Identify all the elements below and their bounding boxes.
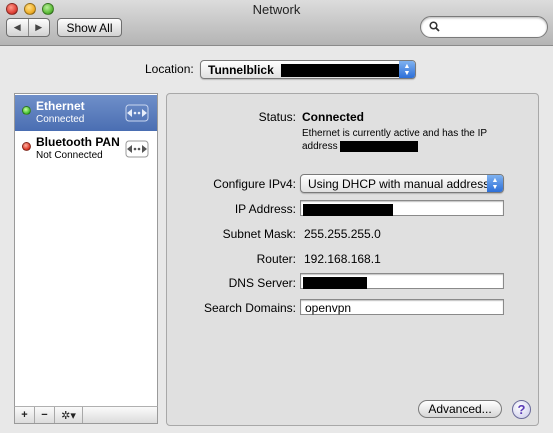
- router-value: 192.168.168.1: [304, 252, 381, 266]
- redacted-block: [303, 276, 367, 289]
- service-item-ethernet[interactable]: Ethernet Connected: [15, 95, 157, 131]
- dns-server-field[interactable]: [300, 273, 504, 289]
- status-label: Status:: [258, 110, 296, 124]
- status-dot-connected: [22, 106, 31, 115]
- ethernet-icon: [125, 104, 149, 122]
- redacted-block: [281, 64, 412, 78]
- subnet-mask-label: Subnet Mask:: [222, 227, 296, 241]
- subnet-mask-value: 255.255.255.0: [304, 227, 381, 241]
- configure-ipv4-value: Using DHCP with manual address: [308, 177, 490, 191]
- location-value: Tunnelblick: [208, 63, 274, 77]
- redacted-block: [303, 203, 393, 216]
- window-toolbar: Network ◀ ▶ Show All: [0, 0, 553, 46]
- ip-address-label: IP Address:: [234, 202, 296, 216]
- status-description: Ethernet is currently active and has the…: [302, 127, 517, 153]
- search-domains-label: Search Domains:: [203, 301, 296, 315]
- router-label: Router:: [256, 252, 296, 266]
- location-popup[interactable]: Tunnelblick ▲ ▼: [200, 60, 416, 79]
- service-status: Not Connected: [36, 150, 103, 161]
- service-name: Ethernet: [36, 99, 85, 113]
- advanced-button[interactable]: Advanced...: [418, 400, 502, 418]
- search-icon: [429, 21, 440, 35]
- show-all-button[interactable]: Show All: [57, 18, 122, 37]
- remove-service-button[interactable]: −: [35, 407, 55, 423]
- add-service-button[interactable]: +: [15, 407, 35, 423]
- search-field[interactable]: [420, 16, 548, 38]
- status-value: Connected: [302, 110, 365, 124]
- location-label: Location:: [145, 62, 194, 76]
- status-dot-not-connected: [22, 142, 31, 151]
- back-forward-control: ◀ ▶: [6, 18, 50, 37]
- service-name: Bluetooth PAN: [36, 135, 120, 149]
- bluetooth-pan-icon: [125, 140, 149, 158]
- popup-arrows-icon: ▲ ▼: [399, 61, 415, 78]
- action-menu-button[interactable]: ✲▾: [55, 407, 83, 423]
- help-icon[interactable]: ?: [512, 400, 531, 419]
- dns-server-label: DNS Server:: [228, 276, 296, 290]
- redacted-block: [340, 140, 419, 152]
- configure-ipv4-label: Configure IPv4:: [213, 177, 296, 191]
- window-title: Network: [252, 2, 301, 17]
- service-status: Connected: [36, 114, 85, 125]
- service-list: Ethernet Connected Bluetooth PAN Not Con…: [14, 93, 158, 407]
- service-list-footer: + − ✲▾: [14, 406, 158, 424]
- ip-address-field[interactable]: [300, 200, 504, 216]
- service-item-bluetooth-pan[interactable]: Bluetooth PAN Not Connected: [15, 131, 157, 167]
- forward-arrow-icon[interactable]: ▶: [27, 19, 50, 36]
- configure-ipv4-popup[interactable]: Using DHCP with manual address ▲ ▼: [300, 174, 504, 193]
- search-domains-field[interactable]: openvpn: [300, 299, 504, 315]
- popup-arrows-icon: ▲ ▼: [487, 175, 503, 192]
- back-arrow-icon[interactable]: ◀: [7, 19, 28, 36]
